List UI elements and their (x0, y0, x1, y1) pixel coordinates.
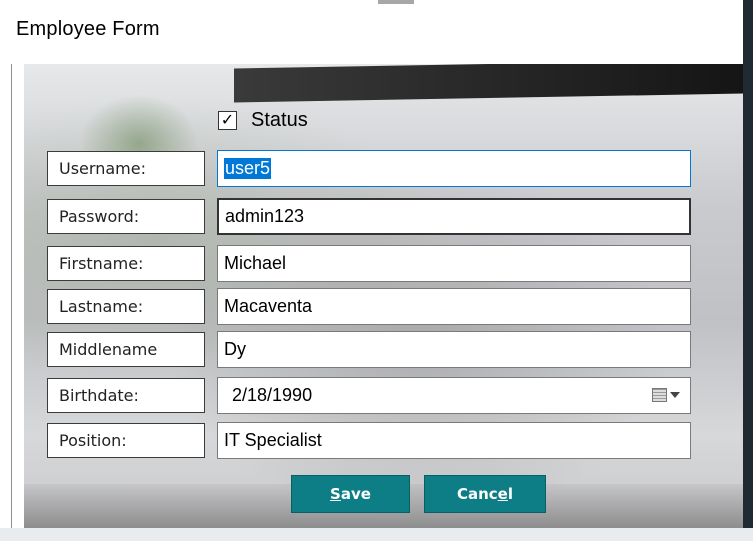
title-bar: Employee Form (0, 0, 753, 64)
position-value: IT Specialist (224, 430, 322, 450)
right-frame (743, 0, 753, 541)
firstname-field[interactable]: Michael (217, 245, 691, 282)
middlename-field[interactable]: Dy (217, 331, 691, 368)
check-icon: ✓ (220, 111, 235, 129)
cancel-mnemonic: e (497, 485, 508, 503)
bottom-frame (0, 528, 753, 541)
status-label[interactable]: Status (251, 109, 308, 132)
employee-form-window: Employee Form ✓ Status Username: user5 P… (0, 0, 753, 541)
birthdate-label: Birthdate: (47, 378, 205, 413)
username-value: user5 (224, 158, 272, 179)
cancel-label-pre: Canc (456, 485, 498, 503)
password-field[interactable]: admin123 (217, 198, 691, 235)
background-monitor-band (234, 64, 743, 103)
save-mnemonic: S (330, 485, 341, 503)
birthdate-picker[interactable]: 2/18/1990 (217, 377, 691, 414)
cancel-button[interactable]: Canc e l (424, 475, 546, 513)
status-checkbox[interactable]: ✓ (218, 111, 237, 130)
firstname-value: Michael (224, 253, 287, 273)
position-label: Position: (47, 423, 205, 458)
left-frame (0, 64, 24, 539)
password-label: Password: (47, 199, 205, 234)
window-title: Employee Form (16, 18, 160, 40)
lastname-label: Lastname: (47, 289, 205, 324)
save-button[interactable]: Save (291, 475, 410, 513)
firstname-label: Firstname: (47, 246, 205, 281)
cancel-label-post: l (507, 485, 514, 503)
username-field[interactable]: user5 (217, 150, 691, 187)
middlename-label: Middlename (47, 332, 205, 367)
save-label-post: ave (340, 485, 371, 503)
left-frame-line (11, 64, 12, 536)
lastname-field[interactable]: Macaventa (217, 288, 691, 325)
status-checkbox-group[interactable]: ✓ Status (218, 109, 308, 132)
position-field[interactable]: IT Specialist (217, 422, 691, 459)
calendar-dropdown-button[interactable] (652, 388, 680, 402)
middlename-value: Dy (224, 339, 246, 359)
birthdate-value: 2/18/1990 (232, 385, 313, 405)
calendar-icon (652, 388, 667, 402)
top-edge-strip (378, 0, 414, 4)
password-value: admin123 (225, 206, 305, 226)
chevron-down-icon (670, 392, 680, 398)
username-label: Username: (47, 151, 205, 186)
lastname-value: Macaventa (224, 296, 313, 316)
